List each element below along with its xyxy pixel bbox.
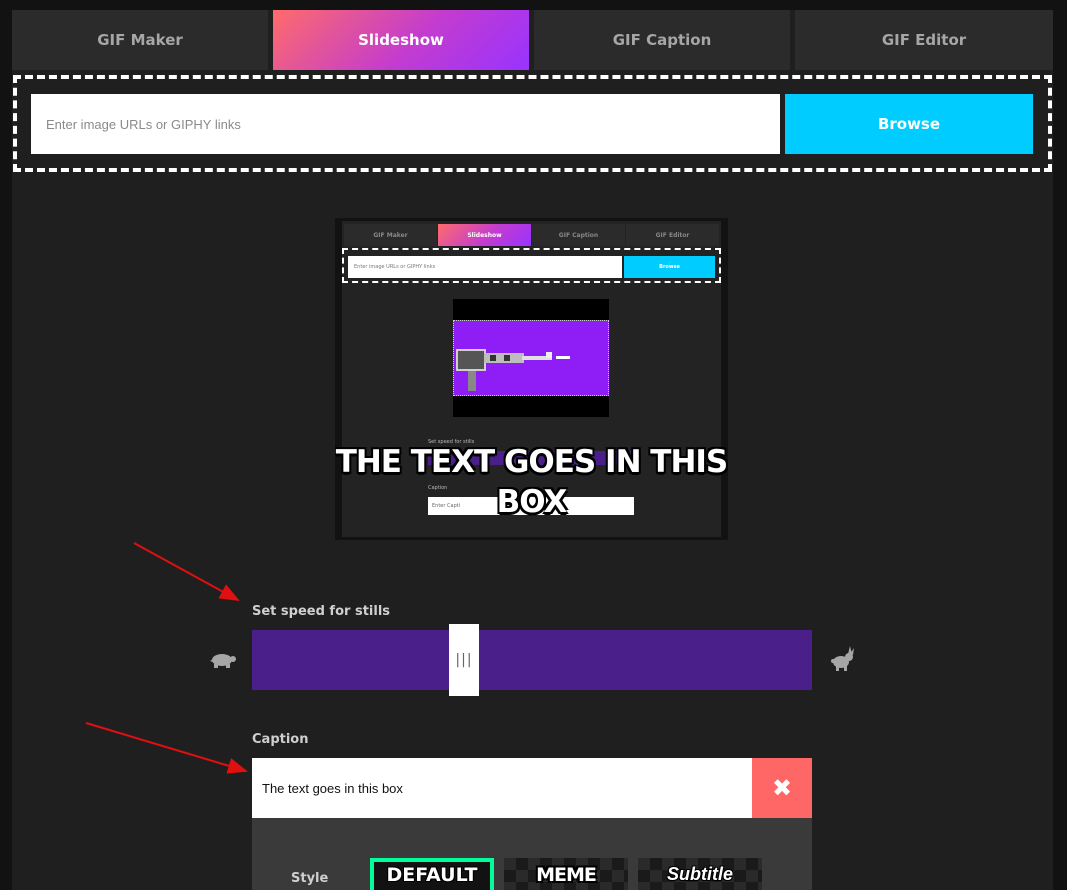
tab-gif-maker[interactable]: GIF Maker [12,10,268,70]
browse-button[interactable]: Browse [785,94,1033,154]
style-option-subtitle[interactable]: Subtitle [638,858,762,890]
preview-tab: GIF Editor [626,224,719,246]
rabbit-icon [830,646,856,676]
preview-image: GIF Maker Slideshow GIF Caption GIF Edit… [335,218,728,540]
preview-gif [453,299,609,417]
caption-clear-button[interactable]: ✖ [752,758,812,818]
style-option-label: Subtitle [667,864,733,884]
speed-label: Set speed for stills [252,604,391,619]
caption-input[interactable] [252,758,752,818]
tab-gif-caption[interactable]: GIF Caption [534,10,790,70]
preview-url-input: Enter image URLs or GIPHY links [348,256,622,278]
style-option-label: DEFAULT [386,864,478,886]
tab-slideshow[interactable]: Slideshow [273,10,529,70]
style-label: Style [291,871,329,886]
close-icon: ✖ [771,774,793,802]
preview-tab: GIF Maker [344,224,437,246]
style-option-default[interactable]: DEFAULT [370,858,494,890]
turtle-icon [207,650,237,674]
speed-slider-handle[interactable]: ||| [449,624,479,696]
image-url-input[interactable] [31,94,780,154]
preview-tab: GIF Caption [532,224,625,246]
preview-gif-frame [453,320,609,396]
style-option-meme[interactable]: MEME [504,858,628,890]
preview-browse-button: Browse [624,256,715,278]
style-option-label: MEME [536,864,597,886]
tab-gif-editor[interactable]: GIF Editor [795,10,1053,70]
preview-tab: Slideshow [438,224,531,246]
preview-caption-overlay: THE TEXT GOES IN THIS BOX [335,444,728,520]
caption-label: Caption [252,732,309,747]
speed-slider-track[interactable] [252,630,812,690]
robot-arm-image [456,349,570,391]
